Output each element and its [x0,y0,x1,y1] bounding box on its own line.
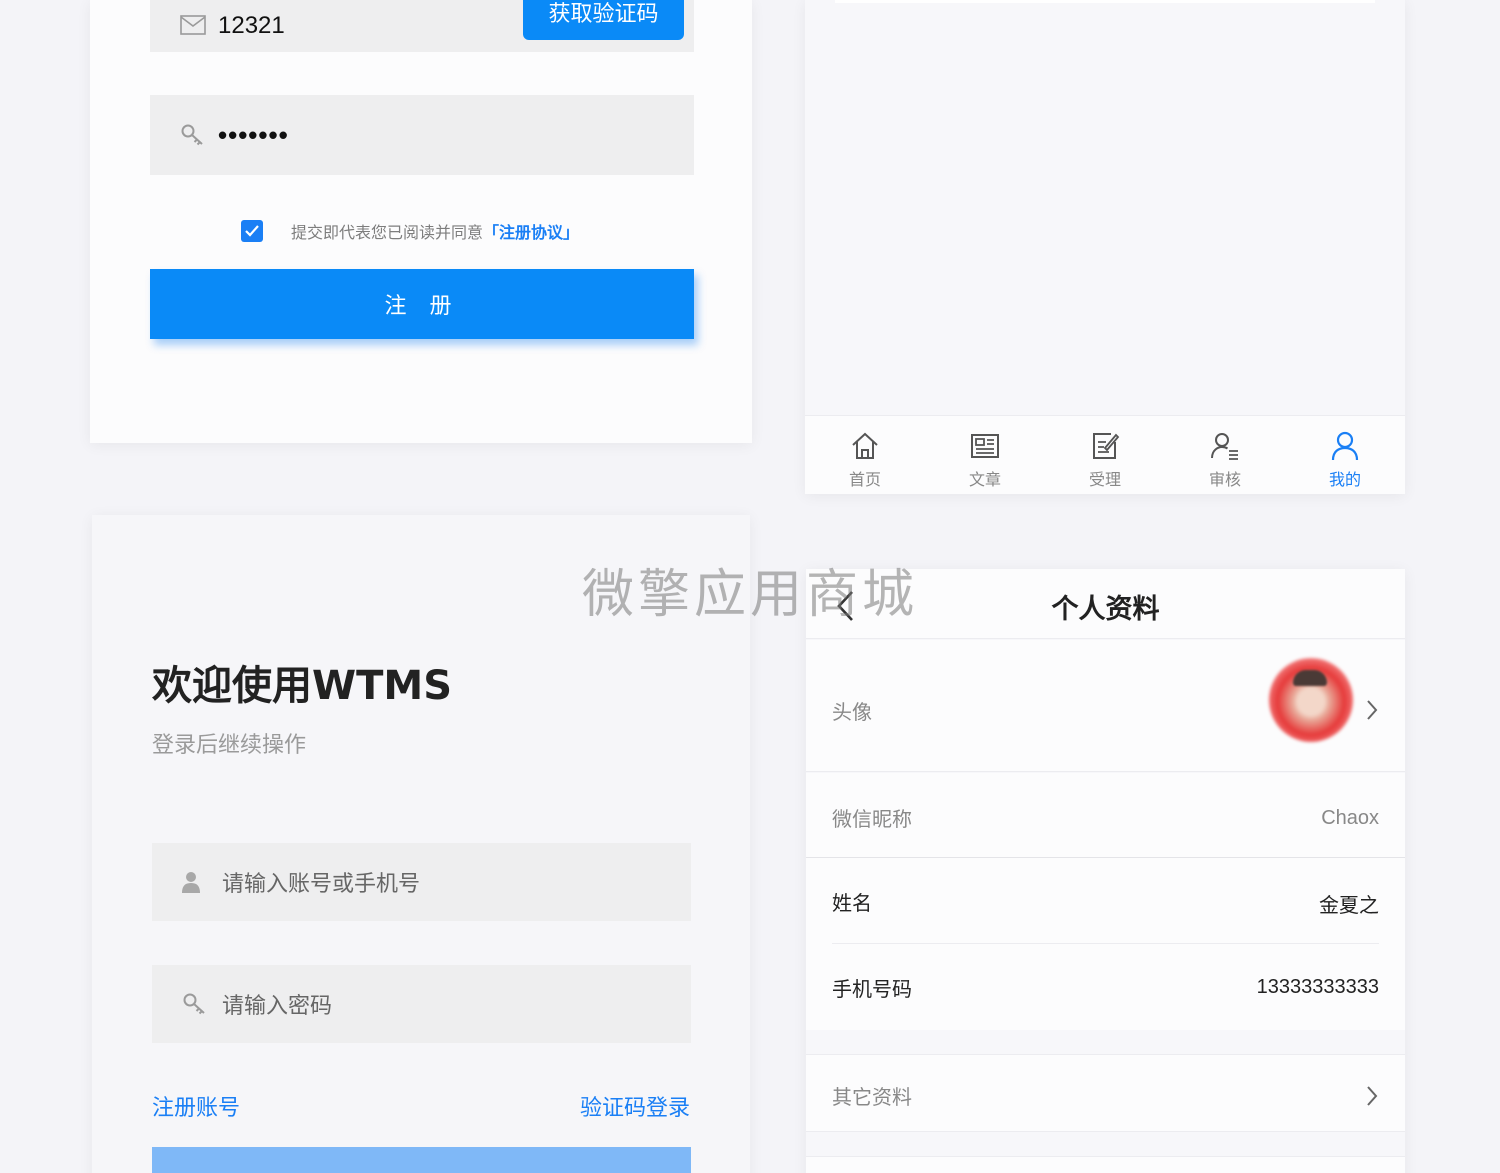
agree-checkbox[interactable] [241,220,263,242]
next-row [806,1156,1405,1173]
tab-accept[interactable]: 受理 [1045,416,1165,494]
other-info-label: 其它资料 [832,1085,912,1109]
register-panel: 12321 获取验证码 ••••••• 提交即代表您已阅读并同意 「注册协议」 … [90,0,752,443]
key-icon [180,123,210,147]
avatar-label: 头像 [832,700,872,724]
name-row[interactable]: 姓名 金夏之 [806,858,1405,944]
avatar-row[interactable]: 头像 [806,640,1405,772]
phone-label: 手机号码 [832,977,912,1001]
edit-doc-icon [1093,433,1120,459]
user-list-icon [1211,433,1238,460]
password-value: ••••••• [218,119,289,150]
account-input[interactable]: 请输入账号或手机号 [152,843,691,921]
tab-mine[interactable]: 我的 [1285,416,1405,494]
page-title: 个人资料 [1051,594,1160,625]
tab-label: 首页 [848,470,881,489]
home-blank-panel: 首页 文章 受理 审核 我的 [805,0,1405,494]
agree-text: 提交即代表您已阅读并同意 [291,223,484,242]
check-icon [245,225,259,237]
chevron-right-icon [1367,1086,1378,1106]
user-icon [1331,431,1359,461]
password-field[interactable]: ••••••• [150,95,694,175]
home-icon [852,432,878,459]
tab-label: 我的 [1328,470,1361,489]
nickname-row: 微信昵称 Chaox [806,773,1405,857]
password-placeholder: 请输入密码 [222,994,333,1019]
avatar-detail [1293,670,1327,686]
tab-article[interactable]: 文章 [925,416,1045,494]
profile-panel: 个人资料 头像 微信昵称 Chaox 姓名 金夏之 手机号码 133333333… [806,569,1405,1173]
register-account-link[interactable]: 注册账号 [152,1090,240,1122]
person-icon [182,871,208,893]
chevron-right-icon [1367,700,1378,720]
name-label: 姓名 [832,891,872,915]
name-value: 金夏之 [1319,895,1379,917]
login-button[interactable] [152,1147,691,1173]
login-title: 欢迎使用WTMS [152,663,453,709]
nickname-value: Chaox [1321,807,1379,829]
get-code-button[interactable]: 获取验证码 [523,0,684,40]
register-button[interactable]: 注 册 [150,269,694,339]
login-panel: 欢迎使用WTMS 登录后继续操作 请输入账号或手机号 请输入密码 注册账号 验证… [92,515,750,1173]
tab-label: 受理 [1088,470,1121,489]
mail-icon [180,15,210,35]
code-login-link[interactable]: 验证码登录 [580,1090,690,1122]
tab-label: 审核 [1208,470,1241,489]
other-info-row[interactable]: 其它资料 [806,1054,1405,1132]
email-field[interactable]: 12321 获取验证码 [150,0,694,52]
account-placeholder: 请输入账号或手机号 [222,872,421,897]
agreement-link[interactable]: 「注册协议」 [483,219,579,243]
phone-value: 13333333333 [1256,976,1379,998]
top-divider [835,0,1375,3]
nickname-label: 微信昵称 [832,807,912,831]
tab-bar: 首页 文章 受理 审核 我的 [805,415,1405,494]
tab-home[interactable]: 首页 [805,416,925,494]
tab-review[interactable]: 审核 [1165,416,1285,494]
email-value: 12321 [218,12,285,39]
login-subtitle: 登录后继续操作 [152,733,307,758]
agreement-row: 提交即代表您已阅读并同意 「注册协议」 [241,219,579,243]
tab-label: 文章 [968,470,1001,489]
phone-row[interactable]: 手机号码 13333333333 [806,944,1405,1030]
profile-header: 个人资料 [806,569,1405,639]
password-input[interactable]: 请输入密码 [152,965,691,1043]
key-icon [182,992,208,1016]
article-icon [971,434,999,458]
